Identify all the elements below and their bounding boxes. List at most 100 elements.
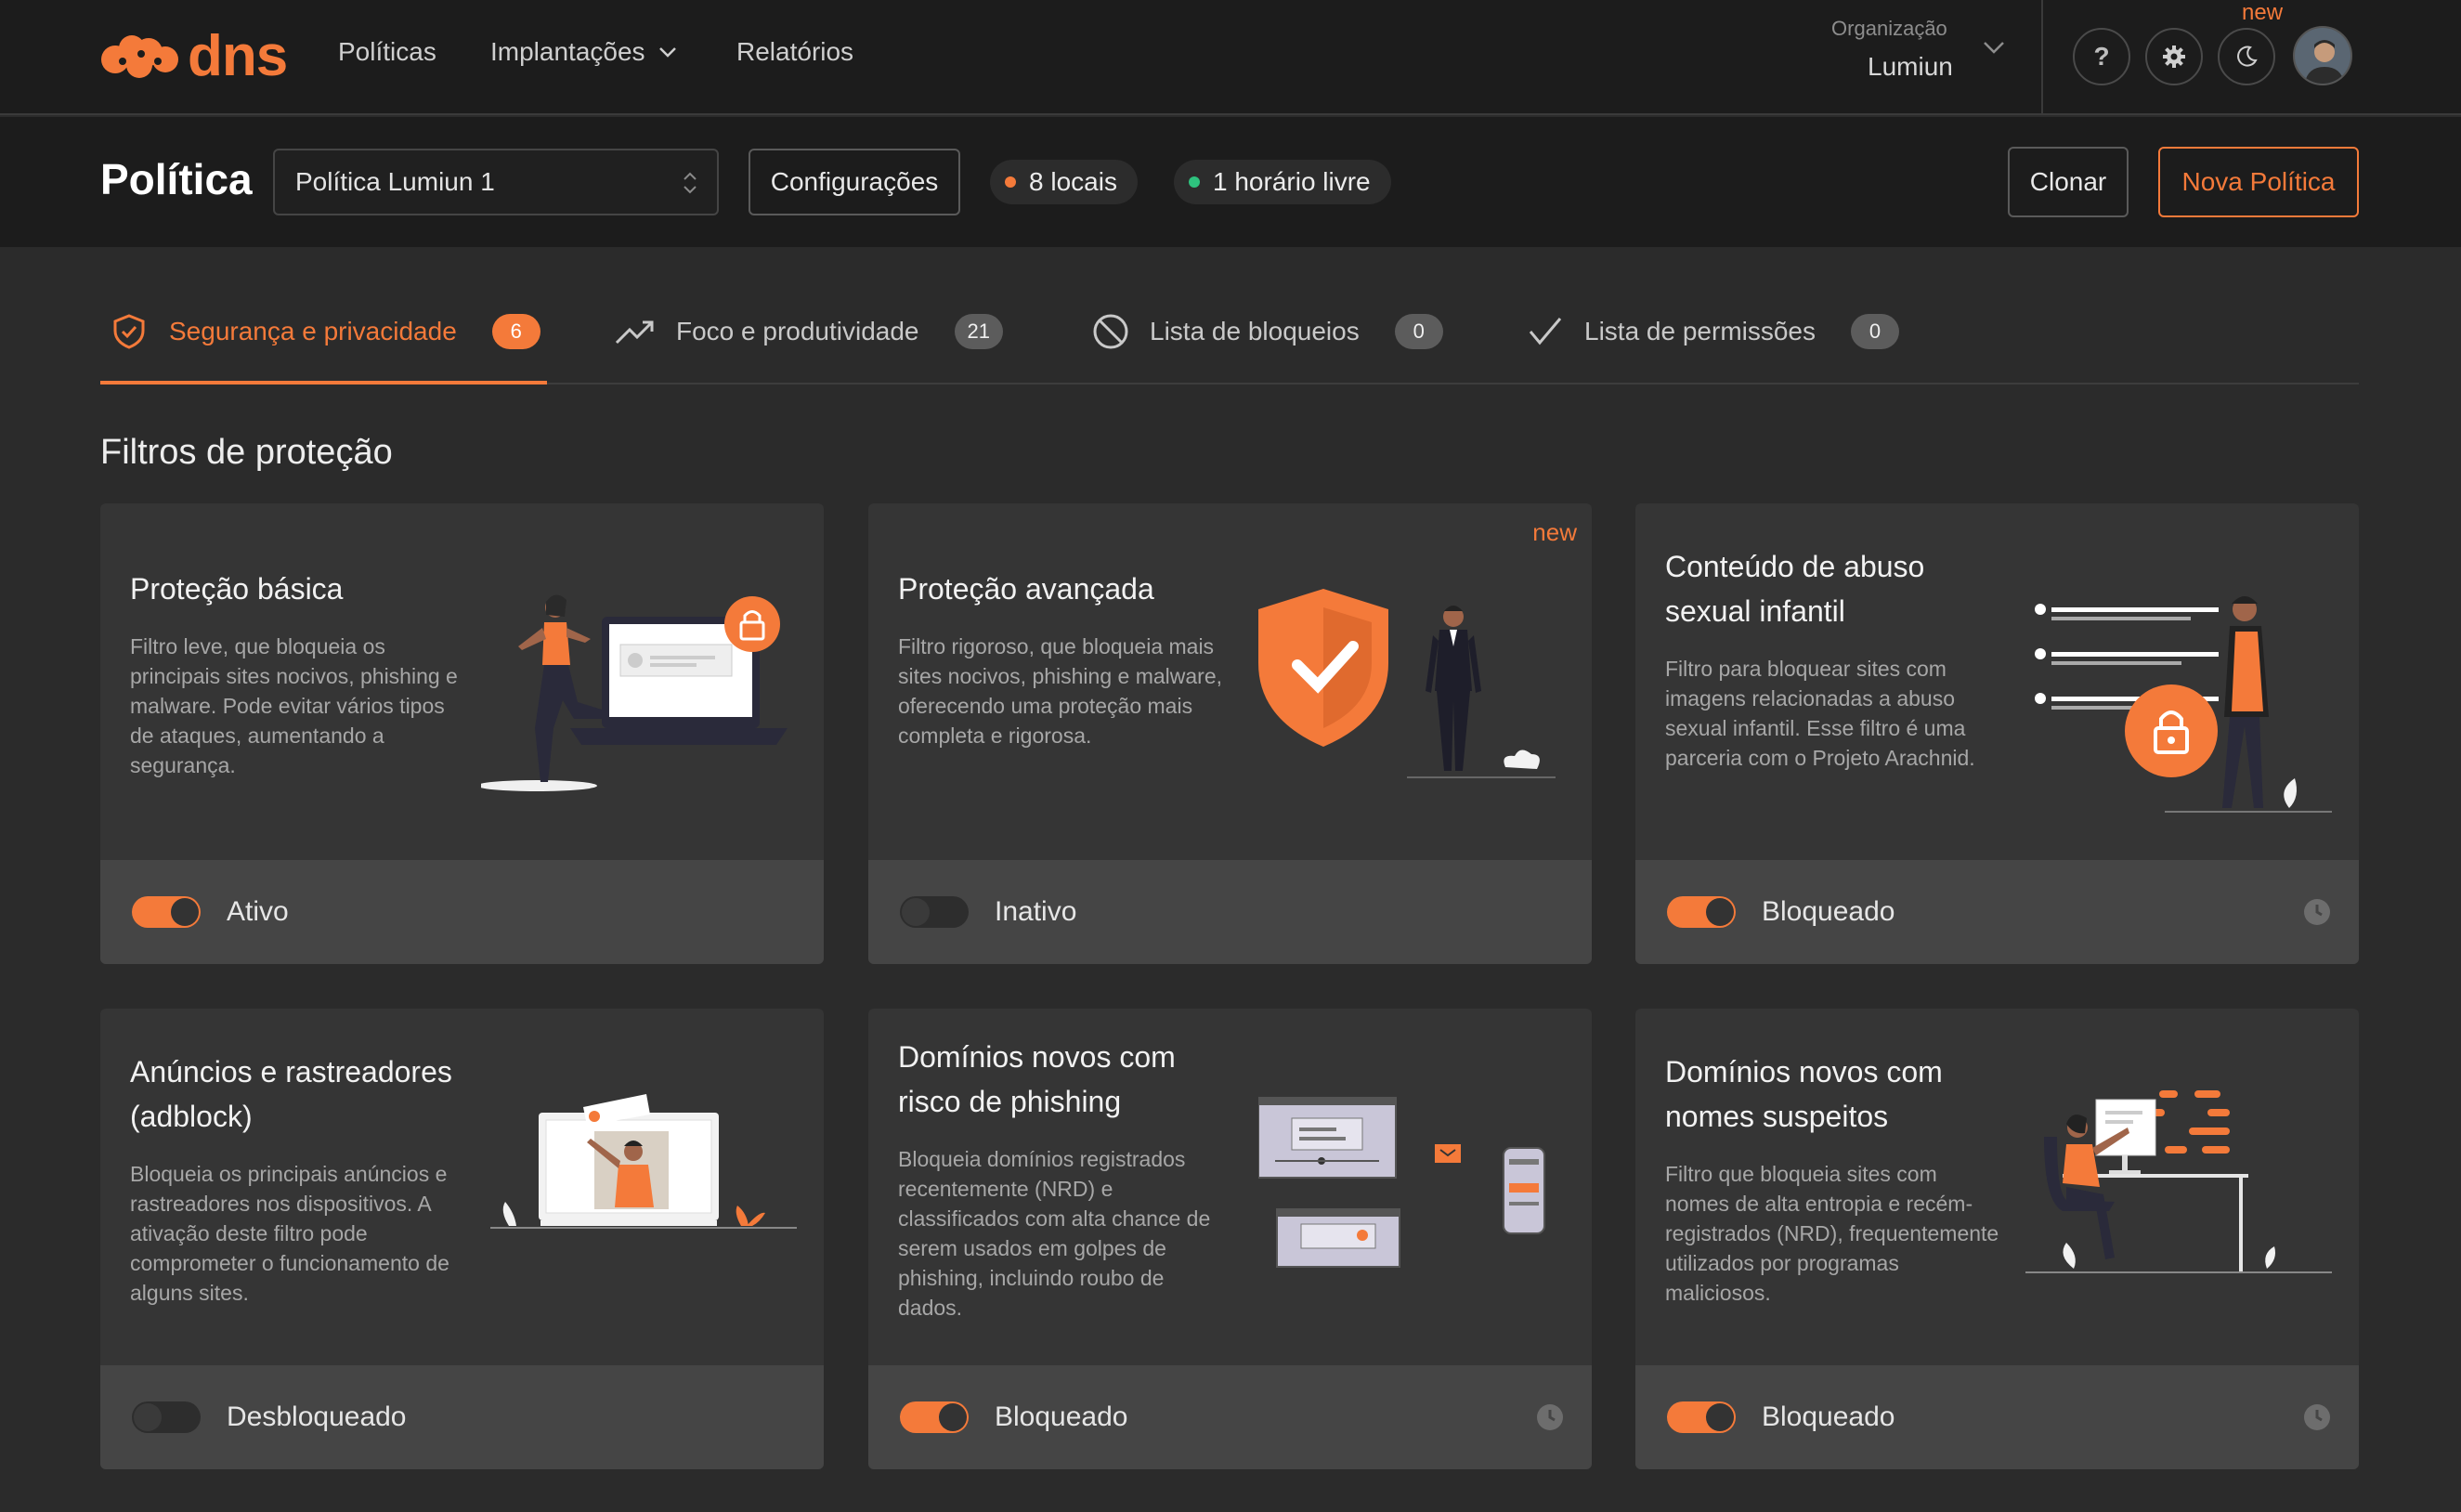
tab-permissoes-label: Lista de permissões [1584, 317, 1816, 345]
configuracoes-label: Configurações [770, 167, 939, 196]
tab-permissoes-count: 0 [1851, 314, 1900, 349]
tab-foco-label: Foco e produtividade [676, 317, 919, 345]
card-footer: Bloqueado [1635, 1365, 2359, 1469]
nav-politicas[interactable]: Políticas [338, 37, 436, 67]
schedule-pill[interactable]: 1 horário livre [1174, 160, 1391, 204]
filter-toggle[interactable] [1667, 896, 1736, 928]
help-button[interactable]: ? [2073, 28, 2130, 85]
card-description: Bloqueia domínios registrados recentemen… [898, 1147, 1211, 1320]
card-title: Proteção básica [130, 572, 344, 606]
active-tab-indicator [100, 381, 547, 385]
nav-relatorios-label: Relatórios [736, 37, 854, 66]
check-icon [1529, 318, 1562, 345]
tab-permissoes[interactable]: Lista de permissões 0 [1527, 279, 1900, 385]
list-lock-illustration-icon [2035, 596, 2332, 813]
nav-politicas-label: Políticas [338, 37, 436, 66]
filter-toggle[interactable] [900, 896, 969, 928]
user-avatar-icon [2295, 28, 2350, 84]
avatar[interactable] [2293, 26, 2352, 85]
card-title: Domínios novos com risco de phishing [898, 1040, 1176, 1118]
nav-divider [2041, 0, 2043, 115]
tab-foco-count: 21 [954, 314, 1003, 349]
block-icon [1093, 314, 1128, 349]
top-navigation: dns Políticas Implantações Relatórios Or… [0, 0, 2461, 115]
new-badge: new [2242, 0, 2284, 25]
nav-implantacoes-label: Implantações [490, 37, 645, 66]
clock-icon[interactable] [2303, 898, 2331, 926]
filter-card-nomes-suspeitos: Domínios novos com nomes suspeitos Filtr… [1635, 1009, 2359, 1469]
chevron-down-icon [658, 47, 676, 58]
filter-toggle[interactable] [900, 1401, 969, 1433]
filter-toggle[interactable] [132, 896, 201, 928]
tab-seguranca[interactable]: Segurança e privacidade 6 [110, 279, 540, 385]
clock-icon[interactable] [2303, 1403, 2331, 1431]
settings-button[interactable] [2145, 28, 2203, 85]
card-footer: Bloqueado [868, 1365, 1592, 1469]
locations-pill[interactable]: 8 locais [990, 160, 1138, 204]
monitor-person-illustration-icon [490, 1094, 797, 1229]
category-tabs: Segurança e privacidade 6 Foco e produti… [100, 279, 2359, 385]
card-description: Filtro que bloqueia sites com nomes de a… [1665, 1162, 1999, 1305]
organization-selector[interactable]: Organização Lumiun [1826, 17, 1953, 82]
new-badge: new [1532, 518, 1577, 546]
green-dot-icon [1189, 176, 1200, 188]
help-icon: ? [2093, 42, 2110, 71]
card-title: Proteção avançada [898, 572, 1154, 606]
tab-foco[interactable]: Foco e produtividade 21 [615, 279, 1003, 385]
card-title: Anúncios e rastreadores (adblock) [130, 1055, 452, 1133]
filter-toggle[interactable] [132, 1401, 201, 1433]
logo[interactable]: dns [100, 24, 288, 89]
card-title: Conteúdo de abuso sexual infantil [1665, 550, 1925, 628]
orange-dot-icon [1005, 176, 1016, 188]
clone-button[interactable]: Clonar [2008, 147, 2129, 217]
card-footer: Ativo [100, 860, 824, 964]
card-description: Bloqueia os principais anúncios e rastre… [130, 1162, 449, 1305]
filter-toggle[interactable] [1667, 1401, 1736, 1433]
new-policy-label: Nova Política [2181, 167, 2336, 196]
phishing-windows-illustration-icon [1258, 1097, 1545, 1268]
policy-select-value: Política Lumiun 1 [295, 167, 495, 196]
laptop-lock-illustration-icon [481, 594, 788, 791]
filter-status: Bloqueado [1762, 896, 1895, 927]
locations-pill-label: 8 locais [1029, 167, 1117, 196]
desk-person-illustration-icon [2025, 1090, 2332, 1273]
tab-bloqueios-count: 0 [1394, 314, 1443, 349]
logo-text: dns [188, 24, 288, 88]
nav-relatorios[interactable]: Relatórios [736, 37, 853, 67]
filter-status: Desbloqueado [227, 1401, 407, 1432]
logo-cloud-icon [101, 35, 178, 78]
page-title: Política [100, 155, 253, 203]
moon-icon [2237, 46, 2258, 67]
filter-card-protecao-avancada: new Proteção avançada Filtro rigoroso, q… [868, 503, 1592, 964]
chevron-down-icon[interactable] [1983, 41, 2005, 54]
tab-bloqueios-label: Lista de bloqueios [1150, 317, 1360, 345]
updown-chevron-icon [684, 172, 697, 194]
nav-implantacoes[interactable]: Implantações [490, 37, 677, 67]
policy-select[interactable]: Política Lumiun 1 [273, 149, 719, 215]
filter-status: Ativo [227, 896, 289, 927]
filter-card-abuso-infantil: Conteúdo de abuso sexual infantil Filtro… [1635, 503, 2359, 964]
trending-up-icon [615, 320, 654, 345]
card-footer: Bloqueado [1635, 860, 2359, 964]
organization-name: Lumiun [1868, 52, 1953, 81]
tab-bloqueios[interactable]: Lista de bloqueios 0 [1092, 279, 1443, 385]
card-footer: Inativo [868, 860, 1592, 964]
new-policy-button[interactable]: Nova Política [2158, 147, 2359, 217]
filter-status: Inativo [995, 896, 1077, 927]
card-description: Filtro rigoroso, que bloqueia mais sites… [898, 634, 1222, 748]
card-description: Filtro para bloquear sites com imagens r… [1665, 657, 1975, 770]
filter-card-phishing: Domínios novos com risco de phishing Blo… [868, 1009, 1592, 1469]
clock-icon[interactable] [1536, 1403, 1564, 1431]
configuracoes-button[interactable]: Configurações [749, 149, 960, 215]
dark-mode-button[interactable] [2218, 28, 2275, 85]
filter-card-adblock: Anúncios e rastreadores (adblock) Bloque… [100, 1009, 824, 1469]
card-title: Domínios novos com nomes suspeitos [1665, 1055, 1943, 1133]
shield-person-illustration-icon [1258, 589, 1556, 778]
schedule-pill-label: 1 horário livre [1213, 167, 1371, 196]
section-title: Filtros de proteção [100, 433, 393, 472]
filter-status: Bloqueado [1762, 1401, 1895, 1432]
card-description: Filtro leve, que bloqueia os principais … [130, 634, 458, 777]
tab-seguranca-label: Segurança e privacidade [169, 317, 457, 345]
policy-bar: Política Política Lumiun 1 Configurações… [0, 117, 2461, 247]
gear-icon [2163, 46, 2185, 68]
